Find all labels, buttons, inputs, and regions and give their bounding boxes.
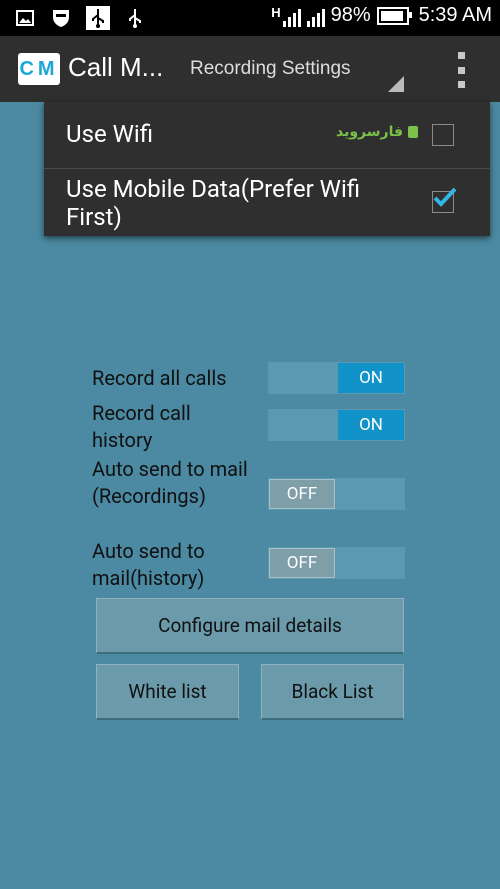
spinner-dropdown-icon[interactable] <box>388 76 404 92</box>
overflow-menu-icon[interactable] <box>452 52 470 88</box>
navigation-spinner[interactable]: Recording Settings <box>190 58 351 80</box>
data-connection-popup: Use Wifi فارسروید Use Mobile Data(Prefer… <box>44 102 490 236</box>
status-bar: H 98% 5:39 AM <box>0 0 500 36</box>
use-wifi-option[interactable]: Use Wifi فارسروید <box>44 102 490 169</box>
record-all-calls-label: Record all calls <box>92 366 227 390</box>
auto-send-history-toggle[interactable]: OFF <box>268 547 405 579</box>
app-logo[interactable]: CM <box>18 53 60 85</box>
auto-send-recordings-toggle[interactable]: OFF <box>268 478 405 510</box>
shield-icon <box>50 7 72 29</box>
toggle-knob: ON <box>338 410 404 440</box>
record-call-history-toggle[interactable]: ON <box>268 409 405 441</box>
use-wifi-checkbox[interactable] <box>432 124 454 146</box>
usb-icon <box>86 6 110 30</box>
app-title: Call M... <box>68 52 164 82</box>
use-mobile-data-label: Use Mobile Data(Prefer Wifi First) <box>66 175 361 231</box>
action-bar: CM Call M... Recording Settings <box>0 36 500 102</box>
auto-send-recordings-label: Auto send to mail(Recordings) <box>92 457 248 508</box>
use-mobile-data-option[interactable]: Use Mobile Data(Prefer Wifi First) <box>44 169 490 236</box>
usb-icon <box>124 7 146 29</box>
battery-charging-icon <box>376 6 412 25</box>
white-list-button[interactable]: White list <box>96 664 239 720</box>
checkmark-icon <box>433 187 457 207</box>
signal-icon: H <box>271 4 301 27</box>
image-icon <box>14 7 36 29</box>
record-all-calls-toggle[interactable]: ON <box>268 362 405 394</box>
use-wifi-label: Use Wifi <box>66 120 154 148</box>
toggle-knob: ON <box>338 363 404 393</box>
battery-percent: 98% <box>330 4 371 26</box>
use-mobile-data-checkbox[interactable] <box>432 187 457 213</box>
toggle-knob: OFF <box>269 479 335 509</box>
network-type-label: H <box>271 4 281 20</box>
configure-mail-button[interactable]: Configure mail details <box>96 598 404 654</box>
record-call-history-label: Record call history <box>92 401 191 452</box>
watermark-logo: فارسروید <box>336 124 418 140</box>
black-list-button[interactable]: Black List <box>261 664 404 720</box>
signal-icon <box>306 5 325 27</box>
clock: 5:39 AM <box>418 4 492 26</box>
auto-send-history-label: Auto send to mail(history) <box>92 539 205 590</box>
toggle-knob: OFF <box>269 548 335 578</box>
